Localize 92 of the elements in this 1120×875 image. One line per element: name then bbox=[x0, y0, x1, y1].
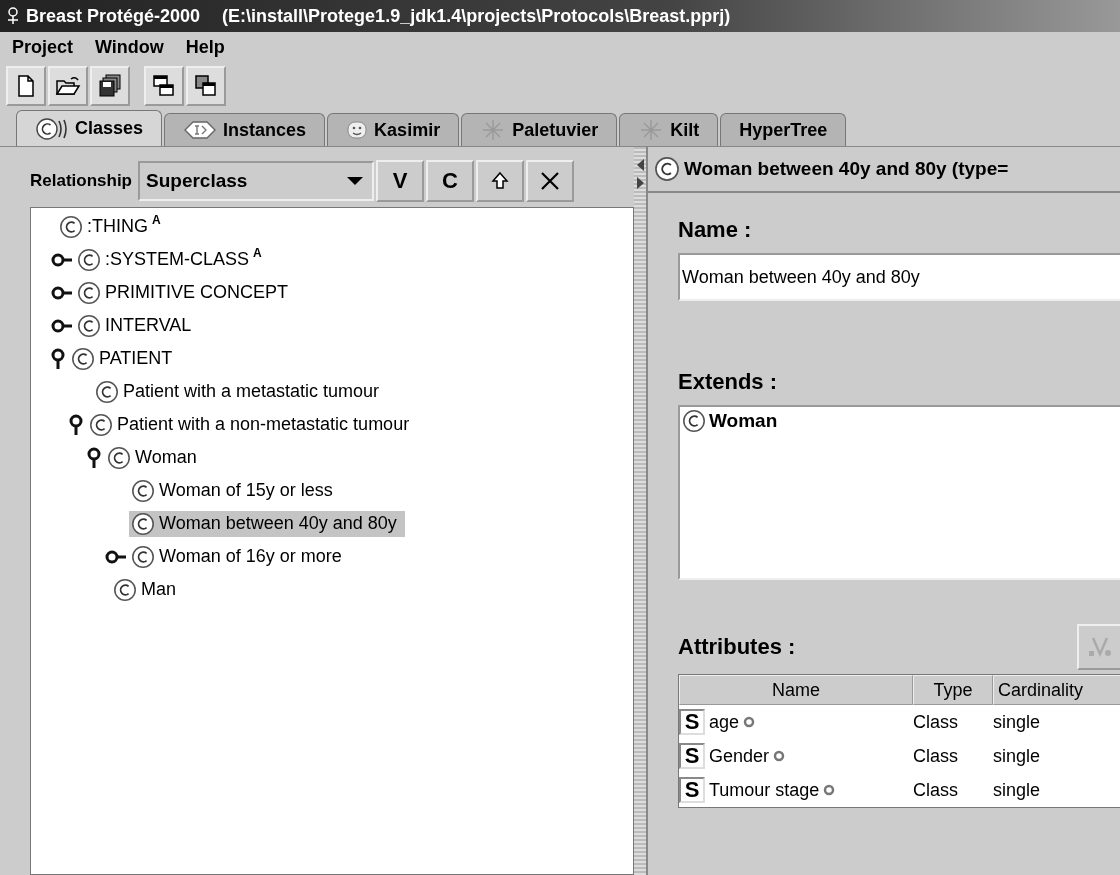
expanded-toggle-icon[interactable] bbox=[69, 413, 85, 436]
tree-item[interactable]: Woman of 15y or less bbox=[129, 477, 341, 504]
relationship-dropdown[interactable]: Superclass bbox=[138, 161, 374, 201]
close-icon bbox=[540, 171, 560, 191]
dropdown-arrow-icon bbox=[346, 176, 364, 186]
toolbar-button[interactable]: C bbox=[426, 160, 474, 202]
attribute-name: age bbox=[709, 711, 740, 733]
name-field[interactable]: Woman between 40y and 80y bbox=[678, 253, 1120, 301]
tree-item[interactable]: INTERVAL bbox=[75, 312, 200, 339]
collapsed-toggle-icon[interactable] bbox=[105, 549, 127, 564]
table-cell-text: single bbox=[993, 745, 1042, 767]
ring-icon bbox=[773, 750, 786, 762]
list-item[interactable]: Woman bbox=[680, 407, 1120, 435]
class-icon bbox=[77, 313, 101, 338]
tree-item[interactable]: Woman bbox=[105, 444, 205, 471]
class-icon bbox=[71, 346, 95, 371]
new-button[interactable] bbox=[6, 66, 46, 106]
open-button[interactable] bbox=[48, 66, 88, 106]
column-header[interactable]: Name bbox=[679, 675, 913, 705]
class-icon bbox=[113, 577, 137, 602]
ring-icon bbox=[743, 716, 756, 728]
collapsed-toggle-icon[interactable] bbox=[51, 318, 73, 333]
disks-icon bbox=[98, 74, 122, 98]
facet-marker: S bbox=[679, 709, 705, 735]
table-cell-text: Class bbox=[913, 711, 959, 733]
tile-button[interactable] bbox=[186, 66, 226, 106]
menu-item[interactable]: Project bbox=[12, 36, 74, 58]
folder-icon bbox=[55, 75, 81, 97]
class-icon bbox=[654, 156, 680, 182]
tree-item[interactable]: Woman of 16y or more bbox=[129, 543, 350, 570]
cascade-button[interactable] bbox=[144, 66, 184, 106]
instance-icon bbox=[183, 120, 218, 140]
class-icon bbox=[682, 409, 706, 433]
table-cell-text: single bbox=[993, 711, 1042, 733]
collapsed-toggle-icon[interactable] bbox=[51, 285, 73, 300]
windows-icon bbox=[152, 74, 176, 98]
tree-item[interactable]: :SYSTEM-CLASS $^{A}$ bbox=[75, 246, 270, 273]
smiley-icon bbox=[346, 119, 369, 141]
class-icon bbox=[77, 247, 101, 272]
tab[interactable]: Kasimir bbox=[327, 113, 460, 146]
attribute-name: Tumour stage bbox=[709, 779, 820, 801]
column-header[interactable]: Type bbox=[913, 675, 993, 705]
move-up-button[interactable] bbox=[476, 160, 524, 202]
column-header[interactable]: Cardinality bbox=[993, 675, 1120, 705]
save-button[interactable] bbox=[90, 66, 130, 106]
class-icon bbox=[59, 214, 83, 239]
tab[interactable]: Paletuvier bbox=[461, 113, 618, 146]
document-icon bbox=[17, 75, 35, 97]
facet-marker: S bbox=[679, 777, 705, 803]
collapsed-toggle-icon[interactable] bbox=[51, 252, 73, 267]
menu-item[interactable]: Window bbox=[95, 36, 164, 58]
menu-item[interactable]: Help bbox=[185, 36, 225, 58]
superclass-name: Woman bbox=[709, 410, 778, 432]
tree-item[interactable]: PRIMITIVE CONCEPT bbox=[75, 279, 296, 306]
extends-label: Extends : bbox=[678, 368, 779, 396]
class-icon bbox=[95, 379, 119, 404]
expanded-toggle-icon[interactable] bbox=[51, 347, 67, 370]
tab[interactable]: Classes bbox=[16, 110, 163, 146]
windows-icon bbox=[194, 74, 218, 98]
class-icon bbox=[107, 445, 131, 470]
tab[interactable]: Instances bbox=[164, 113, 326, 146]
window-title: Breast Protégé-2000 bbox=[26, 5, 201, 27]
expanded-toggle-icon[interactable] bbox=[87, 446, 103, 469]
tree-item[interactable]: Patient with a non-metastatic tumour bbox=[87, 411, 418, 438]
tab[interactable]: HyperTree bbox=[720, 113, 847, 146]
table-cell-text: single bbox=[993, 779, 1042, 801]
toolbar-button[interactable]: V bbox=[376, 160, 424, 202]
table-cell-text: Class bbox=[913, 779, 959, 801]
class-icon bbox=[35, 116, 69, 141]
collapse-arrows-icon[interactable] bbox=[635, 157, 645, 191]
class-icon bbox=[77, 280, 101, 305]
table-cell-text: Class bbox=[913, 745, 959, 767]
name-label: Name : bbox=[678, 216, 753, 244]
tree-item[interactable]: Woman between 40y and 80y bbox=[129, 510, 405, 537]
tree-item[interactable]: Man bbox=[111, 576, 184, 603]
project-path: (E:\install\Protege1.9_jdk1.4\projects\Protocols\Breast.pprj) bbox=[222, 5, 731, 27]
tree-item[interactable]: :THING $^{A}$ bbox=[57, 213, 169, 240]
class-icon bbox=[131, 544, 155, 569]
class-title: Woman between 40y and 80y (type= bbox=[684, 158, 1009, 180]
up-arrow-icon bbox=[491, 171, 509, 191]
tab[interactable]: Kilt bbox=[619, 113, 719, 146]
tree-item[interactable]: Patient with a metastatic tumour bbox=[93, 378, 388, 405]
facet-marker: S bbox=[679, 743, 705, 769]
class-icon bbox=[131, 511, 155, 536]
delete-button[interactable] bbox=[526, 160, 574, 202]
class-icon bbox=[89, 412, 113, 437]
attributes-label: Attributes : bbox=[678, 633, 796, 661]
tree-item[interactable]: PATIENT bbox=[69, 345, 181, 372]
ring-icon bbox=[823, 784, 836, 796]
attribute-name: Gender bbox=[709, 745, 770, 767]
class-icon bbox=[131, 478, 155, 503]
relationship-label: Relationship bbox=[30, 171, 132, 191]
